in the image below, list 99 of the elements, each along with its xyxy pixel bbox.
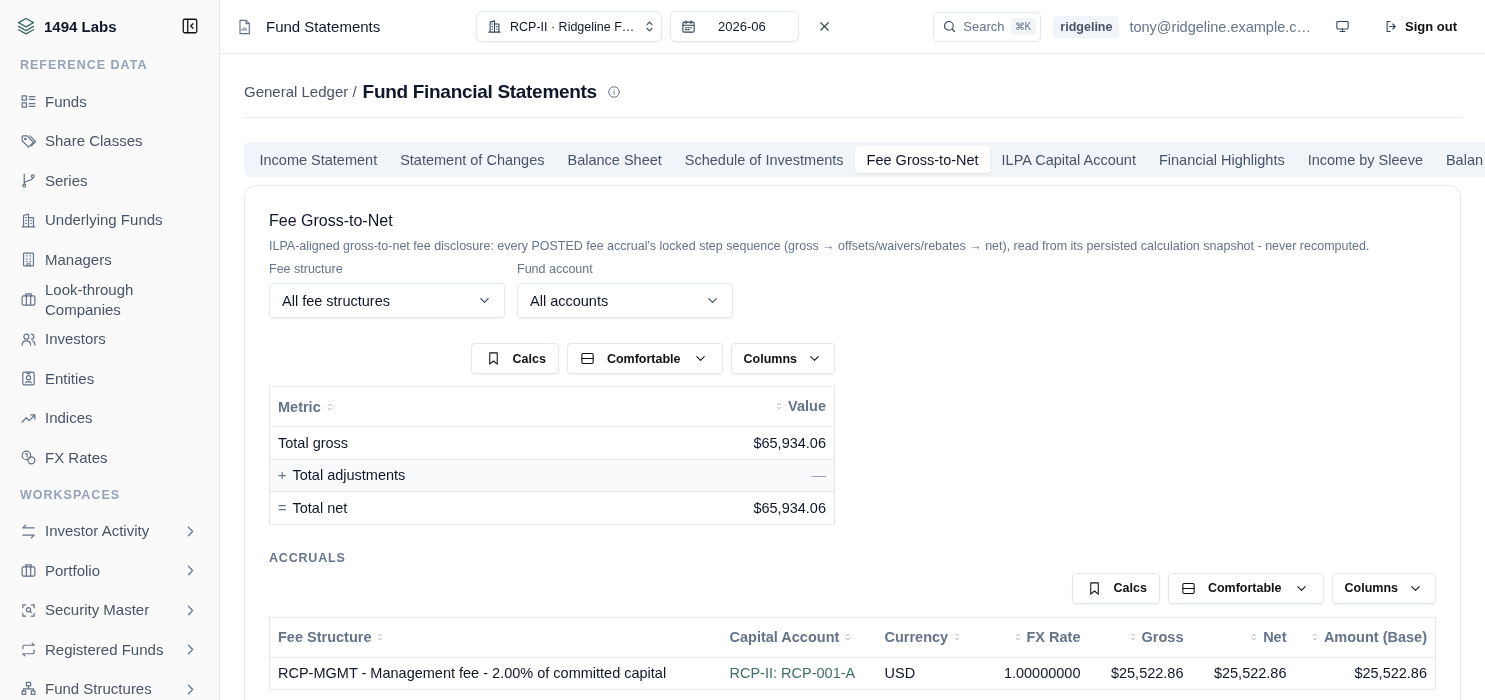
tab[interactable]: Financial Highlights [1147,146,1297,173]
table-cell: $25,522.86 [1354,665,1427,682]
table-cell: — [811,467,826,484]
briefcase-icon [20,562,37,580]
fund-select[interactable]: RCP-II · Ridgeline F… [476,11,662,42]
briefcase-icon [20,291,37,308]
sign-out-button[interactable]: Sign out [1378,13,1469,40]
office-building-icon [20,251,37,269]
tab[interactable]: Statement of Changes [388,146,556,173]
column-header[interactable]: Currency [884,629,949,645]
tab[interactable]: Balan [1434,146,1485,173]
swap-arrows-icon [20,522,37,540]
sidebar-item[interactable]: Investor Activity [16,511,219,551]
hierarchy-icon [20,680,37,698]
column-header[interactable]: Gross [1141,628,1184,645]
breadcrumb-link[interactable]: General Ledger / [244,83,357,100]
table-cell: RCP-MGMT - Management fee - 2.00% of committed capital [278,665,667,682]
search-field[interactable]: Search ⌘K [933,11,1042,42]
filter-dropdown[interactable]: All fee structures [269,283,505,318]
section-heading: WORKSPACES [20,487,122,502]
density-button[interactable]: Comfortable [566,343,723,374]
calcs-button[interactable]: Calcs [1071,572,1160,604]
column-header[interactable]: Net [1263,628,1287,645]
building-icon [20,211,37,229]
sidebar-item[interactable]: Investors [16,319,219,359]
sidebar-item[interactable]: Series [16,161,219,201]
section-heading: REFERENCE DATA [20,58,149,72]
table-cell: $25,522.86 [1110,665,1184,682]
tab[interactable]: Income Statement [248,146,389,173]
table-cell: $65,934.06 [753,434,826,451]
table-cell: $25,522.86 [1213,665,1287,682]
column-header[interactable]: FX Rate [1026,628,1081,645]
column-header[interactable]: Capital Account [729,629,840,645]
tab[interactable]: Income by Sleeve [1296,146,1435,173]
logo-icon [16,16,36,36]
columns-button[interactable]: Columns [730,343,835,374]
sidebar-item[interactable]: Indices [16,398,219,438]
tab[interactable]: Schedule of Investments [673,146,856,173]
card-title: Fee Gross-to-Net [269,212,394,230]
operator-sign: = [278,499,287,516]
table-cell: Total adjustments [292,467,406,484]
table-cell: Total gross [278,434,349,451]
info-icon [606,84,621,99]
sidebar-item[interactable]: Share Classes [16,121,219,161]
coins-icon [20,449,37,467]
field-label: Fund account [517,262,594,276]
rows-icon [579,351,595,366]
monitor-icon [1335,19,1350,34]
calcs-button[interactable]: Calcs [470,343,559,374]
sidebar-toggle-button[interactable] [181,17,199,35]
sidebar-item[interactable]: Underlying Funds [16,200,219,240]
list-icon [20,93,37,111]
table-cell: 1.00000000 [1003,665,1081,682]
account-link[interactable]: RCP-II: RCP-001-A [729,665,856,682]
sidebar-item[interactable]: Registered Funds [16,630,219,670]
sidebar-item[interactable]: Entities [16,359,219,399]
id-badge-icon [20,370,37,388]
field-label: Fee structure [269,262,344,276]
columns-button[interactable]: Columns [1331,572,1436,604]
tab[interactable]: Balance Sheet [555,146,674,173]
sidebar-item[interactable]: Fund Structures [16,669,219,700]
repeat-icon [20,641,37,659]
section-heading: ACCRUALS [269,550,347,565]
sign-out-icon [1384,19,1399,34]
table-cell: $65,934.06 [753,499,826,516]
table-cell: Total net [292,499,348,516]
tenant-badge: ridgeline [1053,15,1120,38]
density-button[interactable]: Comfortable [1167,572,1324,604]
sidebar-item[interactable]: Look-through Companies [16,279,219,320]
column-header[interactable]: Amount (Base) [1323,628,1427,645]
tab[interactable]: Fee Gross-to-Net [855,146,991,173]
description: ILPA-aligned gross-to-net fee disclosure: every POSTED fee accrual's locked step sequence (gross → offsets/waivers/rebates → net), read from its persisted calculation snapshot - never recomputed. [269,239,1371,253]
column-header[interactable]: Value [788,398,826,414]
sidebar-item[interactable]: Security Master [16,590,219,630]
sidebar-item[interactable]: FX Rates [16,438,219,478]
column-header[interactable]: Fee Structure [278,629,372,645]
tag-icon [20,132,37,150]
filter-dropdown[interactable]: All accounts [517,283,733,318]
rows-icon [1180,580,1196,596]
sidebar-item[interactable]: Portfolio [16,551,219,591]
page-heading: Fund Financial Statements [362,80,597,103]
sidebar-item[interactable]: Funds [16,82,219,122]
sidebar-item[interactable]: Managers [16,240,219,280]
sidebar-toggle-icon [181,17,199,35]
building-icon [487,19,502,34]
operator-sign: + [278,467,287,484]
user-email: tony@ridgeline.example.c… [1129,18,1311,35]
shortcut-hint: ⌘K [1010,18,1037,35]
tab[interactable]: ILPA Capital Account [990,146,1148,173]
brand-name: 1494 Labs [44,17,118,35]
scan-icon [20,601,37,619]
search-icon [942,19,958,34]
table-cell: USD [884,665,916,682]
branch-icon [20,172,37,190]
calendar-icon [681,19,696,34]
column-header[interactable]: Metric [278,398,321,415]
page-title: Fund Statements [266,18,382,35]
document-chart-icon [236,18,252,35]
period-field[interactable]: 2026-06 [670,11,799,42]
